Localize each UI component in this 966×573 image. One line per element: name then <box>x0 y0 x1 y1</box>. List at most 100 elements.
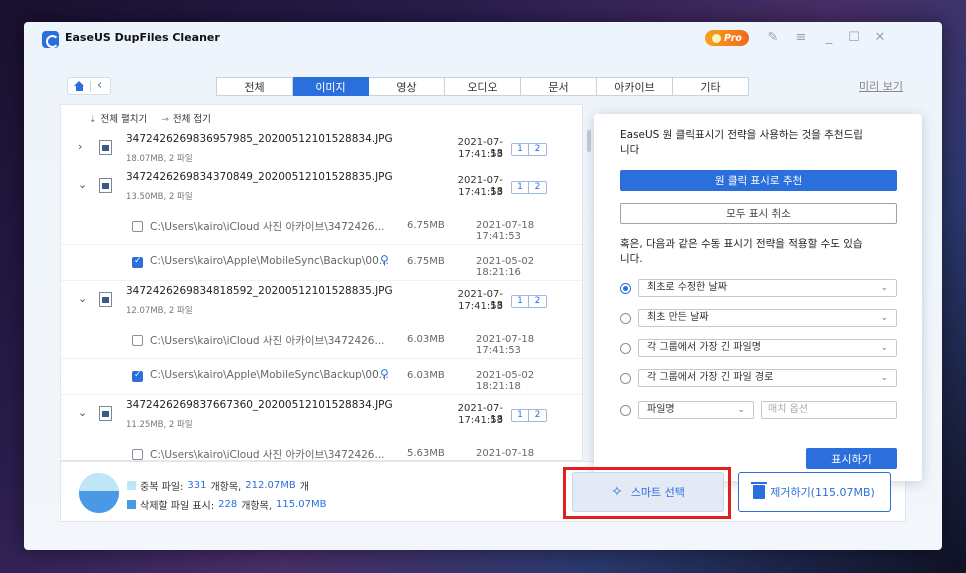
file-row[interactable]: C:\Users\kairo\iCloud 사진 아카이브\3472426...… <box>61 209 582 245</box>
file-checkbox[interactable] <box>132 335 143 346</box>
app-window: EaseUS DupFiles Cleaner Pro ✎ ≡ _ ☐ ✕ ‹ … <box>24 22 942 550</box>
tab-other[interactable]: 기타 <box>673 77 749 96</box>
feedback-icon[interactable]: ✎ <box>765 30 781 46</box>
marked-count: 1 <box>512 144 529 155</box>
collapse-all-button[interactable]: ⊸ 전체 접기 <box>161 111 211 125</box>
pro-label: Pro <box>724 32 742 44</box>
remove-button[interactable]: 제거하기(115.07MB) <box>738 472 891 512</box>
total-count: 2 <box>534 182 541 192</box>
duplicate-list: ⇣ 전체 펼치기 ⊸ 전체 접기 › 3472426269836957985_202… <box>60 104 583 461</box>
option-radio[interactable] <box>620 283 631 294</box>
back-icon[interactable]: ‹ <box>97 78 102 94</box>
match-option-input[interactable]: 매치 옵션 <box>761 401 897 419</box>
file-date: 2021-05-02 18:21:18 <box>476 370 535 392</box>
file-checkbox[interactable] <box>132 256 143 268</box>
file-path: C:\Users\kairo\iCloud 사진 아카이브\3472426... <box>150 449 385 461</box>
group-count-badge: 1 2 <box>511 143 547 156</box>
file-path: C:\Users\kairo\Apple\MobileSync\Backup\0… <box>150 369 389 381</box>
search-icon[interactable]: ⚲ <box>380 253 389 267</box>
legend-duplicates: 중복 파일: 331 개항목, 212.07MB 개 <box>127 478 309 493</box>
tab-images[interactable]: 이미지 <box>293 77 369 96</box>
minimize-icon[interactable]: _ <box>821 30 837 46</box>
group-file-name: 3472426269834818592_20200512101528835.JP… <box>126 285 393 297</box>
pro-badge[interactable]: Pro <box>705 30 749 46</box>
file-row[interactable]: C:\Users\kairo\iCloud 사진 아카이브\3472426...… <box>61 437 582 461</box>
file-size: 6.03MB <box>407 334 445 345</box>
group-row[interactable]: › 3472426269836957985_20200512101528834.… <box>61 130 582 168</box>
nav-box: ‹ <box>67 77 111 95</box>
manual-strategy-text: 혹은, 다음과 같은 수동 표시기 전략을 적용할 수도 있습니다. <box>620 238 863 265</box>
tab-audio[interactable]: 오디오 <box>445 77 521 96</box>
remove-label: 제거하기(115.07MB) <box>770 486 875 499</box>
search-icon[interactable]: ⚲ <box>380 367 389 381</box>
file-path: C:\Users\kairo\iCloud 사진 아카이브\3472426... <box>150 221 385 233</box>
group-time: 17:41:53 <box>458 301 503 312</box>
legend-swatch-del <box>127 500 136 509</box>
option-radio[interactable] <box>620 313 631 324</box>
list-header: ⇣ 전체 펼치기 ⊸ 전체 접기 <box>61 105 582 130</box>
image-file-icon <box>99 140 112 155</box>
legend-marked: 삭제할 파일 표시: 228 개항목, 115.07MB <box>127 497 327 512</box>
list-scrollbar[interactable] <box>587 130 591 152</box>
smart-select-popover: EaseUS 원 클릭표시기 전략을 사용하는 것을 추천드립니다 원 클릭 표… <box>594 114 922 489</box>
file-date: 2021-05-02 18:21:16 <box>476 256 535 278</box>
file-checkbox[interactable] <box>132 449 143 460</box>
chevron-right-icon[interactable]: › <box>78 140 82 153</box>
one-click-recommend-button[interactable]: 원 클릭 표시로 추천 <box>620 170 897 191</box>
cancel-all-marks-button[interactable]: 모두 표시 취소 <box>620 203 897 224</box>
chevron-down-icon: ⌄ <box>880 343 888 353</box>
group-summary: 12.07MB, 2 파일 <box>126 306 193 316</box>
file-date: 2021-07-18 17:41:53 <box>476 220 535 242</box>
file-date: 2021-07-18 17:41:53 <box>476 334 535 356</box>
total-count: 2 <box>534 144 541 154</box>
expand-all-button[interactable]: ⇣ 전체 펼치기 <box>89 111 147 125</box>
collapse-icon: ⊸ <box>161 114 169 125</box>
tab-video[interactable]: 영상 <box>369 77 445 96</box>
image-file-icon <box>99 178 112 193</box>
menu-icon[interactable]: ≡ <box>793 30 809 46</box>
tab-all[interactable]: 전체 <box>216 77 293 96</box>
file-checkbox[interactable] <box>132 221 143 232</box>
group-row[interactable]: ⌄ 3472426269834818592_20200512101528835.… <box>61 282 582 320</box>
chevron-down-icon[interactable]: ⌄ <box>78 178 87 191</box>
file-row[interactable]: C:\Users\kairo\Apple\MobileSync\Backup\0… <box>61 245 582 281</box>
apply-marks-button[interactable]: 표시하기 <box>806 448 897 469</box>
file-row[interactable]: C:\Users\kairo\iCloud 사진 아카이브\3472426...… <box>61 323 582 359</box>
chevron-down-icon[interactable]: ⌄ <box>78 292 87 305</box>
chevron-down-icon: ⌄ <box>880 283 888 293</box>
usage-pie-chart <box>79 473 119 513</box>
file-checkbox[interactable] <box>132 370 143 382</box>
maximize-icon[interactable]: ☐ <box>846 30 862 46</box>
chevron-down-icon: ⌄ <box>880 373 888 383</box>
file-date: 2021-07-18 17:41:53 <box>476 448 535 460</box>
group-row[interactable]: ⌄ 3472426269837667360_20200512101528834.… <box>61 396 582 434</box>
home-icon[interactable] <box>74 81 85 91</box>
filename-select[interactable]: 파일명 ⌄ <box>638 401 754 419</box>
group-time: 17:41:53 <box>458 187 503 198</box>
file-row[interactable]: C:\Users\kairo\Apple\MobileSync\Backup\0… <box>61 359 582 395</box>
strategy-select[interactable]: 최초 만든 날짜 ⌄ <box>638 309 897 327</box>
group-row[interactable]: ⌄ 3472426269834370849_20200512101528835.… <box>61 168 582 206</box>
file-path: C:\Users\kairo\iCloud 사진 아카이브\3472426... <box>150 335 385 347</box>
tab-documents[interactable]: 문서 <box>521 77 597 96</box>
magic-wand-icon: ✧ <box>611 484 623 500</box>
chevron-down-icon[interactable]: ⌄ <box>78 406 87 419</box>
strategy-select[interactable]: 최초로 수정한 날짜 ⌄ <box>638 279 897 297</box>
option-radio[interactable] <box>620 343 631 354</box>
category-tabs: 전체 이미지 영상 오디오 문서 아카이브 기타 <box>216 77 749 96</box>
expand-icon: ⇣ <box>89 114 97 125</box>
marked-count: 1 <box>512 182 529 193</box>
preview-link[interactable]: 미리 보기 <box>859 78 903 94</box>
app-title: EaseUS DupFiles Cleaner <box>65 31 220 44</box>
crown-icon <box>712 33 722 43</box>
strategy-select[interactable]: 각 그룹에서 가장 긴 파일명 ⌄ <box>638 339 897 357</box>
option-radio[interactable] <box>620 373 631 384</box>
option-radio[interactable] <box>620 405 631 416</box>
marked-count: 1 <box>512 410 529 421</box>
strategy-select[interactable]: 각 그룹에서 가장 긴 파일 경로 ⌄ <box>638 369 897 387</box>
smart-select-button[interactable]: ✧ 스마트 선택 <box>572 472 724 512</box>
smart-select-label: 스마트 선택 <box>630 486 685 499</box>
close-icon[interactable]: ✕ <box>872 30 888 46</box>
tab-archives[interactable]: 아카이브 <box>597 77 673 96</box>
group-file-name: 3472426269834370849_20200512101528835.JP… <box>126 171 393 183</box>
